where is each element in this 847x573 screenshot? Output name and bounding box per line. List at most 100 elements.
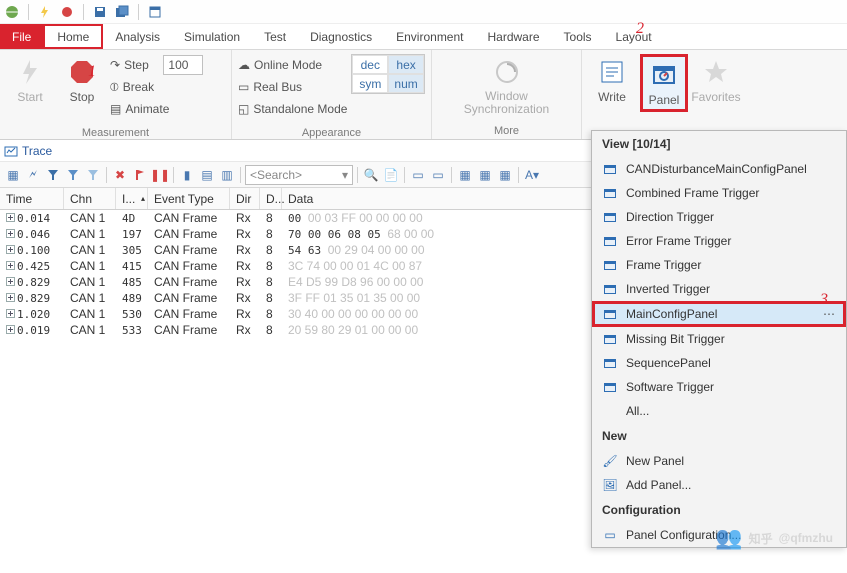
save-all-icon[interactable] (114, 4, 130, 20)
font-icon[interactable]: A▾ (523, 166, 541, 184)
tool-icon-b[interactable]: 📄 (382, 166, 400, 184)
start-label: Start (17, 90, 42, 104)
panel-item-10[interactable]: All... (592, 399, 846, 423)
animate-icon: ▤ (110, 102, 121, 116)
list-icon[interactable]: ▤ (198, 166, 216, 184)
tab-simulation[interactable]: Simulation (172, 24, 252, 49)
break-button[interactable]: ⦶Break (110, 76, 203, 98)
tool-icon-g[interactable]: ▦ (496, 166, 514, 184)
filter3-icon[interactable] (84, 166, 102, 184)
col-dir[interactable]: Dir (230, 188, 260, 209)
panel-item-0[interactable]: CANDisturbanceMainConfigPanel (592, 157, 846, 181)
more-icon[interactable]: ⋯ (823, 307, 836, 321)
panel-button[interactable]: Panel (640, 54, 688, 112)
panel-item-6[interactable]: MainConfigPanel⋯ (592, 301, 846, 327)
real-bus-button[interactable]: ▭Real Bus (238, 76, 347, 98)
tool-icon-1[interactable]: ▦ (4, 166, 22, 184)
window-sync-button[interactable]: Window Synchronization (462, 54, 552, 118)
tool-icon-f[interactable]: ▦ (476, 166, 494, 184)
tab-home[interactable]: Home (43, 24, 103, 49)
panel-item-icon (602, 161, 618, 177)
add-panel-item[interactable]: 🖼Add Panel... (592, 473, 846, 497)
panel-config-item[interactable]: ▭Panel Configuration... (592, 523, 846, 547)
new-section-header: New (592, 423, 846, 449)
panel-item-9[interactable]: Software Trigger (592, 375, 846, 399)
lightning-icon[interactable] (37, 4, 53, 20)
panel-item-icon (602, 379, 618, 395)
tab-environment[interactable]: Environment (384, 24, 475, 49)
write-button[interactable]: Write (588, 54, 636, 106)
expand-icon[interactable] (6, 261, 15, 270)
panel-item-2[interactable]: Direction Trigger (592, 205, 846, 229)
panel-item-icon (602, 257, 618, 273)
list2-icon[interactable]: ▥ (218, 166, 236, 184)
tab-tools[interactable]: Tools (552, 24, 604, 49)
panel-item-5[interactable]: Inverted Trigger (592, 277, 846, 301)
filter2-icon[interactable] (64, 166, 82, 184)
add-icon: 🖼 (602, 477, 618, 493)
standalone-button[interactable]: ◱Standalone Mode (238, 98, 347, 120)
col-chn[interactable]: Chn (64, 188, 116, 209)
group-measurement: Measurement (0, 124, 231, 142)
step-value-input[interactable]: 100 (163, 55, 203, 75)
search-input[interactable]: <Search>▾ (245, 165, 353, 185)
display-mode[interactable]: dec hex sym num (351, 54, 425, 94)
expand-icon[interactable] (6, 277, 15, 286)
bus-icon: ▭ (238, 80, 249, 94)
panel-icon (648, 59, 680, 91)
panel-item-icon (602, 209, 618, 225)
pause-icon[interactable]: ❚❚ (151, 166, 169, 184)
expand-icon[interactable] (6, 245, 15, 254)
new-panel-item[interactable]: 🖌New Panel (592, 449, 846, 473)
tab-test[interactable]: Test (252, 24, 298, 49)
step-icon: ↷ (110, 58, 120, 72)
delete-icon[interactable]: ✖ (111, 166, 129, 184)
animate-button[interactable]: ▤Animate (110, 98, 203, 120)
expand-icon[interactable] (6, 309, 15, 318)
col-time[interactable]: Time (0, 188, 64, 209)
save-icon[interactable] (92, 4, 108, 20)
online-mode-button[interactable]: ☁Online Mode (238, 54, 347, 76)
panel-item-icon (602, 306, 618, 322)
tool-icon-a[interactable]: 🔍 (362, 166, 380, 184)
col-id[interactable]: I...▴ (116, 188, 148, 209)
tab-hardware[interactable]: Hardware (476, 24, 552, 49)
tool-icon-d[interactable]: ▭ (429, 166, 447, 184)
tool-icon-e[interactable]: ▦ (456, 166, 474, 184)
panel-item-8[interactable]: SequencePanel (592, 351, 846, 375)
marker-icon[interactable]: ▮ (178, 166, 196, 184)
panel-config-icon: ▭ (602, 527, 618, 543)
record-icon[interactable] (59, 4, 75, 20)
panel-item-icon (602, 233, 618, 249)
cloud-icon: ☁ (238, 58, 250, 72)
tool-icon-2[interactable]: 🗲 (24, 166, 42, 184)
tab-analysis[interactable]: Analysis (103, 24, 172, 49)
window-icon[interactable] (147, 4, 163, 20)
config-section-header: Configuration (592, 497, 846, 523)
start-button[interactable]: Start (6, 54, 54, 106)
step-button[interactable]: ↷Step 100 (110, 54, 203, 76)
filter-icon[interactable] (44, 166, 62, 184)
panel-item-4[interactable]: Frame Trigger (592, 253, 846, 277)
expand-icon[interactable] (6, 213, 15, 222)
tab-file[interactable]: File (0, 24, 43, 49)
panel-item-7[interactable]: Missing Bit Trigger (592, 327, 846, 351)
expand-icon[interactable] (6, 229, 15, 238)
panel-item-icon (602, 281, 618, 297)
flag-icon[interactable] (131, 166, 149, 184)
tool-icon-c[interactable]: ▭ (409, 166, 427, 184)
tab-layout[interactable]: Layout (604, 24, 664, 49)
chevron-down-icon: ▾ (342, 168, 348, 182)
expand-icon[interactable] (6, 325, 15, 334)
col-event[interactable]: Event Type (148, 188, 230, 209)
stop-button[interactable]: Stop (58, 54, 106, 106)
lightning-icon (14, 56, 46, 88)
favorites-button[interactable]: Favorites (692, 54, 740, 106)
col-d[interactable]: D... (260, 188, 282, 209)
view-section-header: View [10/14] (592, 131, 846, 157)
expand-icon[interactable] (6, 293, 15, 302)
panel-item-3[interactable]: Error Frame Trigger (592, 229, 846, 253)
panel-item-1[interactable]: Combined Frame Trigger (592, 181, 846, 205)
tab-diagnostics[interactable]: Diagnostics (298, 24, 384, 49)
panel-item-icon (602, 331, 618, 347)
